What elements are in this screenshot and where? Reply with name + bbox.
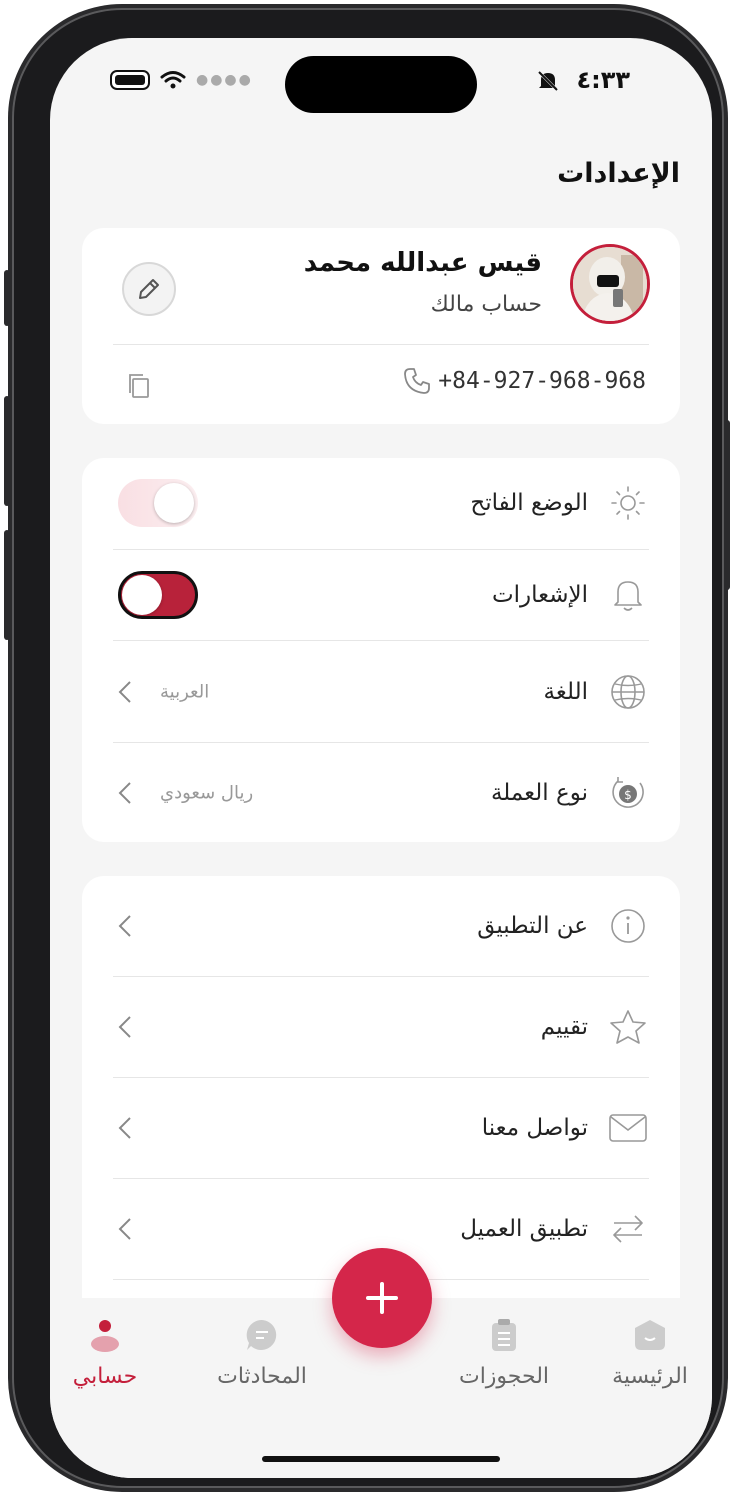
battery-icon [110, 70, 150, 90]
user-icon [91, 1320, 119, 1352]
phone-number: +84-927-968-968 [438, 368, 646, 394]
status-time: ٤:٣٣ [576, 66, 630, 94]
page-title: الإعدادات [557, 158, 680, 189]
star-icon [608, 1007, 648, 1047]
clipboard-icon [492, 1319, 516, 1351]
screen: ●●●● ٤:٣٣ الإعدادات قيس عبدالله محمد حسا… [50, 38, 712, 1478]
divider [113, 640, 649, 641]
volume-up-button [4, 396, 10, 506]
svg-text:$: $ [624, 788, 632, 802]
toggle-knob [122, 575, 162, 615]
divider [113, 742, 649, 743]
chevron-left-icon [118, 1016, 131, 1038]
tab-home[interactable]: الرئيسية [580, 1318, 712, 1389]
profile-card: قيس عبدالله محمد حساب مالك +84-927-968-9… [82, 228, 680, 424]
home-indicator[interactable] [262, 1456, 500, 1462]
about-row[interactable]: عن التطبيق [82, 876, 680, 976]
chat-bubble-icon [246, 1319, 277, 1350]
phone-frame: ●●●● ٤:٣٣ الإعدادات قيس عبدالله محمد حسا… [4, 8, 730, 1488]
profile-name: قيس عبدالله محمد [303, 248, 542, 278]
notifications-toggle[interactable] [118, 571, 198, 619]
info-icon [608, 906, 648, 946]
silent-bell-icon [537, 70, 559, 92]
action-button [4, 270, 10, 326]
about-label: عن التطبيق [477, 913, 588, 939]
volume-down-button [4, 530, 10, 640]
currency-icon: $ [608, 773, 648, 813]
notifications-label: الإشعارات [491, 582, 588, 608]
light-mode-row: الوضع الفاتح [82, 458, 680, 548]
status-indicators: ●●●● [110, 70, 253, 90]
tab-account[interactable]: حسابي [50, 1318, 175, 1389]
phone-icon [404, 368, 431, 394]
mail-icon [608, 1108, 648, 1148]
add-button[interactable] [332, 1248, 432, 1348]
toggle-knob [154, 483, 194, 523]
copy-icon[interactable] [126, 372, 152, 400]
dynamic-island [285, 56, 477, 113]
language-row[interactable]: اللغة العربية [82, 642, 680, 742]
tab-bar: الرئيسية الحجوزات المحادثات حسابي [50, 1248, 712, 1478]
settings-card: الوضع الفاتح الإشعارات اللغة العربية $ ن… [82, 458, 680, 842]
client-app-label: تطبيق العميل [460, 1216, 588, 1242]
rate-label: تقييم [540, 1014, 588, 1040]
power-button [724, 420, 730, 590]
rate-row[interactable]: تقييم [82, 977, 680, 1077]
edit-profile-button[interactable] [122, 262, 176, 316]
chevron-left-icon [118, 681, 131, 703]
chevron-left-icon [118, 1117, 131, 1139]
avatar[interactable] [570, 244, 650, 324]
tab-chats-label: المحادثات [217, 1364, 307, 1389]
avatar-photo [573, 247, 647, 321]
phone-row: +84-927-968-968 [402, 366, 646, 396]
language-value: العربية [160, 681, 210, 703]
language-label: اللغة [543, 679, 588, 705]
home-icon [635, 1320, 665, 1350]
wifi-icon [160, 71, 186, 89]
globe-icon [608, 672, 648, 712]
currency-label: نوع العملة [490, 780, 588, 806]
currency-value: ريال سعودي [160, 782, 254, 804]
contact-label: تواصل معنا [481, 1115, 588, 1141]
tab-bookings-label: الحجوزات [458, 1364, 550, 1389]
currency-row[interactable]: $ نوع العملة ريال سعودي [82, 744, 680, 842]
edit-pen-icon [139, 279, 159, 299]
light-mode-label: الوضع الفاتح [470, 490, 588, 516]
tab-home-label: الرئيسية [612, 1364, 688, 1389]
contact-row[interactable]: تواصل معنا [82, 1078, 680, 1178]
signal-dots-icon: ●●●● [196, 72, 253, 88]
profile-role: حساب مالك [430, 292, 542, 317]
tab-chats[interactable]: المحادثات [192, 1318, 332, 1389]
notifications-row: الإشعارات [82, 550, 680, 640]
tab-account-label: حسابي [72, 1364, 138, 1389]
switch-arrows-icon [608, 1209, 648, 1249]
bell-icon [608, 575, 648, 615]
chevron-left-icon [118, 915, 131, 937]
divider [113, 344, 649, 345]
tab-bookings[interactable]: الحجوزات [434, 1318, 574, 1389]
sun-icon [608, 483, 648, 523]
plus-icon [366, 1282, 398, 1314]
chevron-left-icon [118, 782, 131, 804]
chevron-left-icon [118, 1218, 131, 1240]
light-mode-toggle[interactable] [118, 479, 198, 527]
